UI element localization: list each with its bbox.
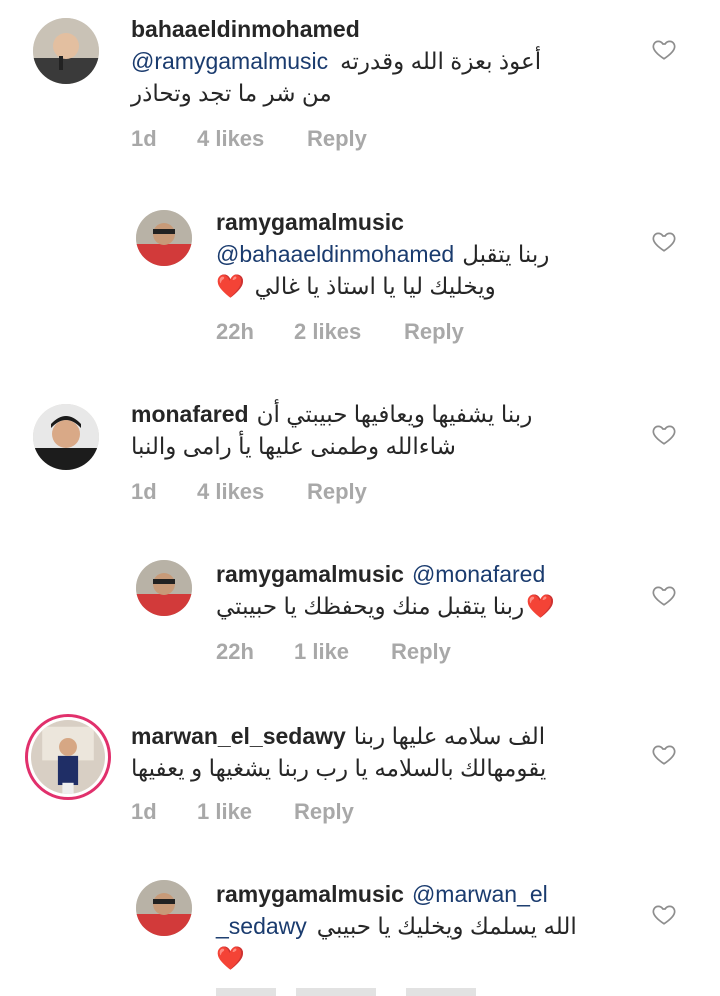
comment-text: ربنا يتقبل [462,241,550,267]
comment-content: marwan_el_sedawy الف سلامه عليها ربنا يقو… [131,720,546,784]
comment-meta: 22h 2 likes Reply [216,319,464,345]
comment-time: 1d [131,799,157,824]
red-heart-emoji: ❤️ [526,593,555,619]
red-heart-emoji: ❤️ [216,273,245,299]
username[interactable]: monafared [131,398,249,430]
comment-text: ويخليك ليا يا استاذ يا غالي [254,273,496,299]
reply-button[interactable]: Reply [307,126,367,152]
reply-item: ramygamalmusic @marwan_el _sedawy الله يسل… [0,860,720,996]
comment-text: يقومهالك بالسلامه يا رب ربنا يشغيها و يع… [131,755,547,781]
username[interactable]: bahaaeldinmohamed [131,16,360,42]
reply-button[interactable]: Reply [307,479,367,505]
like-heart-icon[interactable] [651,901,677,927]
avatar[interactable] [136,880,192,936]
comment-content: ramygamalmusic @marwan_el _sedawy الله يسل… [216,878,577,974]
avatar[interactable] [136,560,192,616]
comment-text: ربنا يشفيها ويعافيها حبيبتي أن [256,401,533,427]
comment-content: monafared ربنا يشفيها ويعافيها حبيبتي أن … [131,398,532,462]
likes-count[interactable]: 4 likes [197,479,307,505]
comment-item: marwan_el_sedawy الف سلامه عليها ربنا يقو… [0,700,720,860]
comment-text: أعوذ بعزة الله وقدرته [340,48,542,74]
avatar[interactable] [33,18,99,84]
comment-item: monafared ربنا يشفيها ويعافيها حبيبتي أن … [0,360,720,530]
red-heart-emoji: ❤️ [216,945,245,971]
like-heart-icon[interactable] [651,36,677,62]
username[interactable]: marwan_el_sedawy [131,720,346,752]
comment-content: ramygamalmusic @monafared ربنا يتقبل منك … [216,558,555,622]
like-heart-icon[interactable] [651,228,677,254]
comment-text: الف سلامه عليها ربنا [353,723,546,749]
likes-count[interactable]: 2 likes [294,319,404,345]
comment-time: 1d [131,126,157,151]
comment-meta-cut [216,988,476,996]
comment-time: 22h [216,639,254,664]
mention-link[interactable]: @monafared [412,558,545,590]
reply-item: ramygamalmusic @monafared ربنا يتقبل منك … [0,530,720,700]
comment-text: شاءالله وطمنى عليها يأ رامى والنبا [131,433,456,459]
comment-meta: 22h 1 like Reply [216,639,451,665]
comment-content: bahaaeldinmohamed @ramygamalmusic أعوذ بع… [131,13,541,109]
comment-item: bahaaeldinmohamed @ramygamalmusic أعوذ بع… [0,0,720,170]
like-heart-icon[interactable] [651,582,677,608]
username[interactable]: ramygamalmusic [216,878,404,910]
avatar[interactable] [136,210,192,266]
likes-count[interactable]: 1 like [294,639,391,665]
like-heart-icon[interactable] [651,741,677,767]
reply-button[interactable]: Reply [294,799,354,825]
comment-meta: 1d 4 likes Reply [131,479,367,505]
username[interactable]: ramygamalmusic [216,209,404,235]
like-heart-icon[interactable] [651,421,677,447]
comment-meta: 1d 4 likes Reply [131,126,367,152]
comment-content: ramygamalmusic @bahaaeldinmohamed ربنا يت… [216,206,549,302]
mention-link[interactable]: @bahaaeldinmohamed [216,238,454,270]
reply-button[interactable]: Reply [404,319,464,345]
comment-time: 1d [131,479,157,504]
comment-meta: 1d 1 like Reply [131,799,354,825]
avatar-story-ring[interactable] [25,714,111,800]
comment-time: 22h [216,319,254,344]
mention-link[interactable]: @ramygamalmusic [131,45,328,77]
comment-text: الله يسلمك ويخليك يا حبيبي [316,913,577,939]
mention-link[interactable]: @marwan_el [412,878,548,910]
username[interactable]: ramygamalmusic [216,558,404,590]
reply-item: ramygamalmusic @bahaaeldinmohamed ربنا يت… [0,170,720,360]
avatar[interactable] [33,404,99,470]
reply-button[interactable]: Reply [391,639,451,665]
likes-count[interactable]: 1 like [197,799,294,825]
likes-count[interactable]: 4 likes [197,126,307,152]
comment-text: من شر ما تجد وتحاذر [131,80,332,106]
mention-link[interactable]: _sedawy [216,910,307,942]
comment-text: ربنا يتقبل منك ويحفظك يا حبيبتي [216,593,525,619]
